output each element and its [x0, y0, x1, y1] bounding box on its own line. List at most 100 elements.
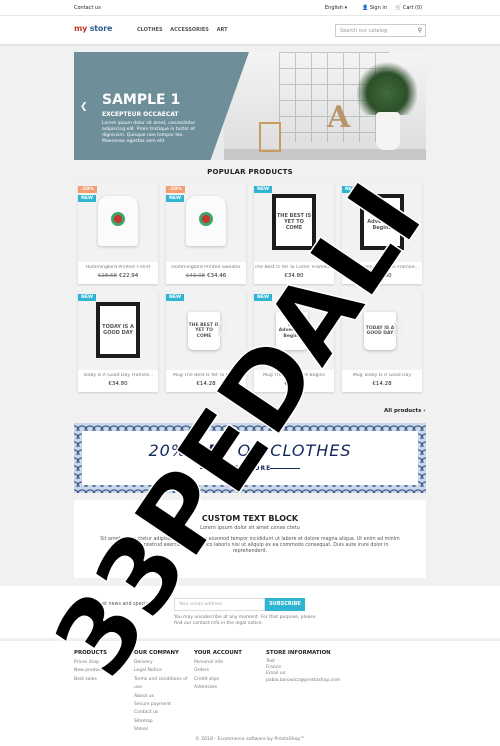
sign-in-link[interactable]: 👤 Sign in	[362, 5, 387, 11]
product-old-price: €43.08	[185, 273, 205, 279]
footer-link-best-sales[interactable]: Best sales	[74, 676, 107, 684]
product-price: €14.28	[196, 381, 216, 387]
all-products-link[interactable]: All products ›	[384, 408, 426, 414]
newsletter-email-input[interactable]: Your email address	[174, 598, 265, 611]
new-badge: NEW	[78, 195, 97, 202]
main-menu: CLOTHES ACCESSORIES ART	[137, 27, 234, 33]
product-name[interactable]: Mug The Best Is Yet To Come	[166, 373, 246, 378]
product-card[interactable]: -20% NEW Hummingbird Printed T-shirt €28.68…	[78, 184, 158, 284]
slide-table	[224, 149, 426, 160]
newsletter-label: Get our latest news and special sales	[74, 602, 164, 607]
footer-link-secure-payment[interactable]: Secure payment	[134, 701, 188, 709]
footer-link-personal-info[interactable]: Personal info	[194, 659, 242, 667]
slider-prev-icon[interactable]: ❮	[80, 102, 88, 112]
product-card[interactable]: TODAY IS A GOOD DAY Mug Today Is A Good D…	[342, 292, 422, 392]
product-name[interactable]: Hummingbird Printed Sweater	[166, 265, 246, 270]
menu-item-art[interactable]: ART	[217, 27, 228, 33]
footer-link-terms[interactable]: Terms and conditions of	[134, 676, 188, 684]
footer-products-title: PRODUCTS	[74, 650, 108, 656]
product-price: €14.28	[284, 381, 304, 387]
new-badge: NEW	[166, 195, 185, 202]
product-name[interactable]: The Adventure Begins Framed...	[342, 265, 422, 270]
footer-link-delivery[interactable]: Delivery	[134, 659, 188, 667]
slide-letter-decoration: A	[327, 100, 351, 135]
search-icon[interactable]: ⚲	[418, 27, 422, 34]
product-name[interactable]: Hummingbird Printed T-shirt	[78, 265, 158, 270]
framed-poster-image: THE BEST IS YET TO COME	[272, 194, 316, 250]
framed-poster-image: The Adventure Begins	[360, 194, 404, 250]
product-card[interactable]: -20% NEW Hummingbird Printed Sweater €43.08…	[166, 184, 246, 284]
discount-badge: -20%	[166, 186, 185, 193]
product-card[interactable]: The Adventure Begins NEW The Adventure Beg…	[342, 184, 422, 284]
new-badge: NEW	[342, 186, 361, 193]
new-badge: NEW	[166, 294, 185, 301]
footer-account-title: YOUR ACCOUNT	[194, 650, 242, 656]
footer-account-column: YOUR ACCOUNT Personal info Orders Credit…	[194, 650, 242, 693]
product-card[interactable]: THE BEST IS YET TO COME NEW Mug The Best I…	[166, 292, 246, 392]
slide-box-decoration	[259, 122, 281, 152]
new-badge: NEW	[78, 294, 97, 301]
product-price: €34.80	[284, 273, 304, 279]
product-image[interactable]: The Adventure Begins	[254, 292, 334, 370]
contact-us-link[interactable]: Contact us	[74, 5, 101, 11]
product-name[interactable]: Today Is A Good Day Framed...	[78, 373, 158, 378]
product-card[interactable]: The Adventure Begins NEW Mug The Adventure…	[254, 292, 334, 392]
footer-link-orders[interactable]: Orders	[194, 667, 242, 675]
mug-image: TODAY IS A GOOD DAY	[364, 312, 403, 350]
promo-banner-inner: 20% OFF ON CLOTHES SEE MORE	[82, 431, 418, 485]
product-image[interactable]: THE BEST IS YET TO COME	[166, 292, 246, 370]
discount-badge: -20%	[78, 186, 97, 193]
custom-text-block: CUSTOM TEXT BLOCK Lorem ipsum dolor sit …	[74, 500, 426, 578]
footer-link-addresses[interactable]: Addresses	[194, 684, 242, 692]
hero-slider[interactable]: A ❮ SAMPLE 1 EXCEPTEUR OCCAECAT Lorem ip…	[74, 52, 426, 160]
promo-see-more[interactable]: SEE MORE	[82, 465, 418, 472]
footer-link-stores[interactable]: Stores	[134, 726, 188, 734]
top-nav-bar: Contact us English ▾ 👤 Sign in 🛒 Cart (0…	[0, 0, 500, 16]
promo-banner[interactable]: 20% OFF ON CLOTHES SEE MORE	[74, 423, 426, 493]
search-placeholder: Search our catalog	[340, 28, 388, 34]
product-name[interactable]: Mug The Adventure Begins	[254, 373, 334, 378]
store-email-link[interactable]: pablo.borowicz@prestashop.com	[266, 678, 340, 684]
search-input[interactable]: Search our catalog ⚲	[335, 24, 426, 37]
language-selector[interactable]: English ▾	[325, 5, 347, 11]
footer-company-title: OUR COMPANY	[134, 650, 179, 656]
subscribe-button[interactable]: SUBSCRIBE	[265, 598, 305, 611]
product-image[interactable]: TODAY IS A GOOD DAY	[78, 292, 158, 370]
poster-text: THE BEST IS YET TO COME	[276, 198, 312, 246]
store-logo[interactable]: my store	[74, 24, 112, 33]
footer-products-column: PRODUCTS Prices drop New products Best s…	[74, 650, 107, 684]
mug-image: THE BEST IS YET TO COME	[188, 312, 227, 350]
menu-item-accessories[interactable]: ACCESSORIES	[170, 27, 209, 33]
footer-store-title: STORE INFORMATION	[266, 650, 331, 656]
footer-link-new-products[interactable]: New products	[74, 667, 107, 675]
new-badge: NEW	[254, 186, 273, 193]
product-price-row: €43.08 €34.46	[166, 273, 246, 279]
promo-percent: 20%	[148, 441, 194, 460]
cart-link[interactable]: 🛒 Cart (0)	[395, 5, 422, 11]
footer-link-terms-cont[interactable]: use	[134, 684, 188, 692]
product-price: €22.94	[119, 273, 139, 279]
product-image[interactable]: The Adventure Begins	[342, 184, 422, 262]
mug-text: THE BEST IS YET TO COME	[188, 322, 220, 339]
promo-suffix: ON CLOTHES	[231, 441, 352, 460]
hummingbird-print	[111, 212, 125, 226]
custom-text-body: Sit amet conse ctetur adipisicing elit, …	[100, 537, 400, 554]
product-card[interactable]: THE BEST IS YET TO COME NEW The Best Is Ye…	[254, 184, 334, 284]
footer-link-contact-us[interactable]: Contact us	[134, 709, 188, 717]
product-name[interactable]: Mug Today Is A Good Day	[342, 373, 422, 378]
product-image[interactable]: THE BEST IS YET TO COME	[254, 184, 334, 262]
logo-text: store	[87, 24, 113, 33]
footer-link-prices-drop[interactable]: Prices drop	[74, 659, 107, 667]
product-price-row: €34.80	[342, 273, 422, 279]
product-card[interactable]: TODAY IS A GOOD DAY NEW Today Is A Good Da…	[78, 292, 158, 392]
footer-link-sitemap[interactable]: Sitemap	[134, 718, 188, 726]
slide-title: SAMPLE 1	[102, 92, 181, 108]
product-name[interactable]: The Best Is Yet To Come' Framed...	[254, 265, 334, 270]
footer-link-legal-notice[interactable]: Legal Notice	[134, 667, 188, 675]
menu-item-clothes[interactable]: CLOTHES	[137, 27, 163, 33]
footer-link-credit-slips[interactable]: Credit slips	[194, 676, 242, 684]
footer-link-about-us[interactable]: About us	[134, 693, 188, 701]
product-image[interactable]: TODAY IS A GOOD DAY	[342, 292, 422, 370]
custom-text-title: CUSTOM TEXT BLOCK	[201, 514, 299, 523]
site-header: my store CLOTHES ACCESSORIES ART Search …	[0, 16, 500, 44]
